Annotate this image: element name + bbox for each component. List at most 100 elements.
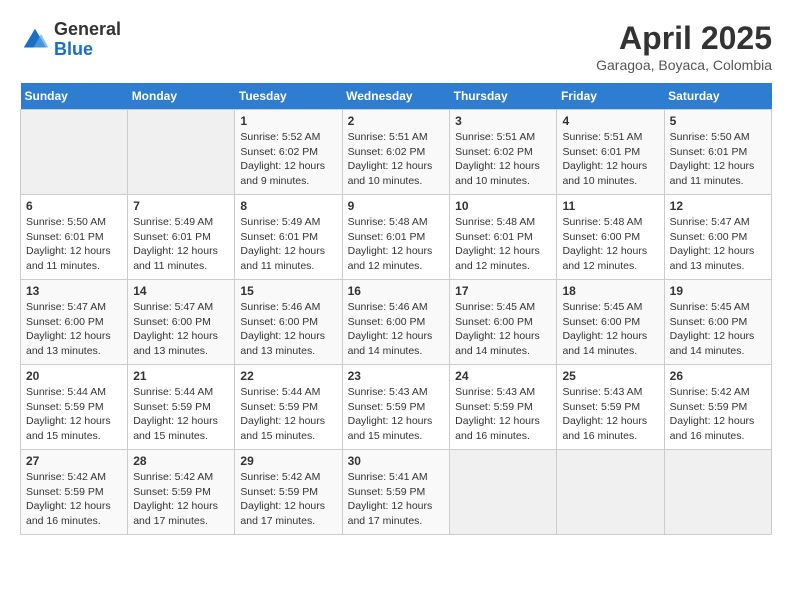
calendar-cell: 17 Sunrise: 5:45 AM Sunset: 6:00 PM Dayli…	[450, 280, 557, 365]
logo-line2: Blue	[54, 40, 121, 60]
logo: General Blue	[20, 20, 121, 60]
calendar-cell: 6Sunrise: 5:50 AM Sunset: 6:01 PM Daylig…	[21, 195, 128, 280]
month-title: April 2025	[596, 20, 772, 57]
calendar-week-row: 1Sunrise: 5:52 AM Sunset: 6:02 PM Daylig…	[21, 110, 772, 195]
calendar-cell: 4Sunrise: 5:51 AM Sunset: 6:01 PM Daylig…	[557, 110, 664, 195]
day-info: Sunrise: 5:43 AM Sunset: 5:59 PM Dayligh…	[455, 385, 551, 444]
calendar-cell	[664, 450, 771, 535]
day-number: 28	[133, 454, 229, 468]
calendar-cell: 7 Sunrise: 5:49 AM Sunset: 6:01 PM Daylig…	[128, 195, 235, 280]
calendar-week-row: 27Sunrise: 5:42 AM Sunset: 5:59 PM Dayli…	[21, 450, 772, 535]
day-info: Sunrise: 5:49 AM Sunset: 6:01 PM Dayligh…	[240, 215, 336, 274]
day-number: 9	[348, 199, 445, 213]
calendar-cell: 25 Sunrise: 5:43 AM Sunset: 5:59 PM Dayli…	[557, 365, 664, 450]
day-number: 14	[133, 284, 229, 298]
day-number: 2	[348, 114, 445, 128]
calendar-cell: 2 Sunrise: 5:51 AM Sunset: 6:02 PM Daylig…	[342, 110, 450, 195]
location: Garagoa, Boyaca, Colombia	[596, 57, 772, 73]
calendar-cell: 16 Sunrise: 5:46 AM Sunset: 6:00 PM Dayli…	[342, 280, 450, 365]
day-number: 8	[240, 199, 336, 213]
day-number: 22	[240, 369, 336, 383]
day-number: 19	[670, 284, 766, 298]
day-number: 29	[240, 454, 336, 468]
day-info: Sunrise: 5:48 AM Sunset: 6:01 PM Dayligh…	[455, 215, 551, 274]
calendar-cell: 20Sunrise: 5:44 AM Sunset: 5:59 PM Dayli…	[21, 365, 128, 450]
calendar-week-row: 20 Sunrise: 5:44 AM Sunset: 5:59 PM Dayli…	[21, 365, 772, 450]
day-info: Sunrise: 5:47 AM Sunset: 6:00 PM Dayligh…	[670, 215, 766, 274]
calendar-cell: 8 Sunrise: 5:49 AM Sunset: 6:01 PM Daylig…	[235, 195, 342, 280]
day-info: Sunrise: 5:43 AM Sunset: 5:59 PM Dayligh…	[348, 385, 445, 444]
day-number: 26	[670, 369, 766, 383]
calendar-cell: 14 Sunrise: 5:47 AM Sunset: 6:00 PM Dayli…	[128, 280, 235, 365]
day-info: Sunrise: 5:43 AM Sunset: 5:59 PM Dayligh…	[562, 385, 658, 444]
day-number: 12	[670, 199, 766, 213]
day-number: 21	[133, 369, 229, 383]
day-number: 30	[348, 454, 445, 468]
day-info: Sunrise: 5:46 AM Sunset: 6:00 PM Dayligh…	[240, 300, 336, 359]
calendar-cell: 1Sunrise: 5:52 AM Sunset: 6:02 PM Daylig…	[235, 110, 342, 195]
day-number: 18	[562, 284, 658, 298]
day-info: Sunrise: 5:45 AM Sunset: 6:00 PM Dayligh…	[455, 300, 551, 359]
day-number: 25	[562, 369, 658, 383]
day-number: 5	[670, 114, 766, 128]
page-header: General Blue April 2025 Garagoa, Boyaca,…	[20, 20, 772, 73]
calendar-cell: 22 Sunrise: 5:44 AM Sunset: 5:59 PM Dayli…	[235, 365, 342, 450]
weekday-header: Saturday	[664, 83, 771, 110]
day-number: 3	[455, 114, 551, 128]
weekday-header: Friday	[557, 83, 664, 110]
day-info: Sunrise: 5:52 AM Sunset: 6:02 PM Dayligh…	[240, 130, 336, 189]
calendar-cell	[128, 110, 235, 195]
day-info: Sunrise: 5:47 AM Sunset: 6:00 PM Dayligh…	[26, 300, 122, 359]
day-info: Sunrise: 5:47 AM Sunset: 6:00 PM Dayligh…	[133, 300, 229, 359]
day-info: Sunrise: 5:48 AM Sunset: 6:00 PM Dayligh…	[562, 215, 658, 274]
day-info: Sunrise: 5:51 AM Sunset: 6:02 PM Dayligh…	[455, 130, 551, 189]
day-info: Sunrise: 5:41 AM Sunset: 5:59 PM Dayligh…	[348, 470, 445, 529]
day-info: Sunrise: 5:45 AM Sunset: 6:00 PM Dayligh…	[670, 300, 766, 359]
calendar-cell: 3 Sunrise: 5:51 AM Sunset: 6:02 PM Daylig…	[450, 110, 557, 195]
calendar-cell: 21Sunrise: 5:44 AM Sunset: 5:59 PM Dayli…	[128, 365, 235, 450]
calendar-week-row: 6Sunrise: 5:50 AM Sunset: 6:01 PM Daylig…	[21, 195, 772, 280]
weekday-header: Thursday	[450, 83, 557, 110]
day-info: Sunrise: 5:46 AM Sunset: 6:00 PM Dayligh…	[348, 300, 445, 359]
day-info: Sunrise: 5:48 AM Sunset: 6:01 PM Dayligh…	[348, 215, 445, 274]
logo-text: General Blue	[54, 20, 121, 60]
calendar-cell: 26 Sunrise: 5:42 AM Sunset: 5:59 PM Dayli…	[664, 365, 771, 450]
day-info: Sunrise: 5:49 AM Sunset: 6:01 PM Dayligh…	[133, 215, 229, 274]
calendar-cell: 19 Sunrise: 5:45 AM Sunset: 6:00 PM Dayli…	[664, 280, 771, 365]
calendar-cell: 24Sunrise: 5:43 AM Sunset: 5:59 PM Dayli…	[450, 365, 557, 450]
calendar-week-row: 13 Sunrise: 5:47 AM Sunset: 6:00 PM Dayli…	[21, 280, 772, 365]
calendar-cell: 15Sunrise: 5:46 AM Sunset: 6:00 PM Dayli…	[235, 280, 342, 365]
calendar-table: SundayMondayTuesdayWednesdayThursdayFrid…	[20, 83, 772, 535]
day-number: 23	[348, 369, 445, 383]
calendar-cell: 30 Sunrise: 5:41 AM Sunset: 5:59 PM Dayli…	[342, 450, 450, 535]
calendar-cell	[557, 450, 664, 535]
calendar-cell: 28 Sunrise: 5:42 AM Sunset: 5:59 PM Dayli…	[128, 450, 235, 535]
day-info: Sunrise: 5:42 AM Sunset: 5:59 PM Dayligh…	[133, 470, 229, 529]
calendar-cell: 12 Sunrise: 5:47 AM Sunset: 6:00 PM Dayli…	[664, 195, 771, 280]
weekday-header: Wednesday	[342, 83, 450, 110]
day-info: Sunrise: 5:44 AM Sunset: 5:59 PM Dayligh…	[240, 385, 336, 444]
calendar-header: SundayMondayTuesdayWednesdayThursdayFrid…	[21, 83, 772, 110]
day-info: Sunrise: 5:42 AM Sunset: 5:59 PM Dayligh…	[670, 385, 766, 444]
day-info: Sunrise: 5:51 AM Sunset: 6:01 PM Dayligh…	[562, 130, 658, 189]
calendar-cell: 13 Sunrise: 5:47 AM Sunset: 6:00 PM Dayli…	[21, 280, 128, 365]
calendar-body: 1Sunrise: 5:52 AM Sunset: 6:02 PM Daylig…	[21, 110, 772, 535]
day-number: 20	[26, 369, 122, 383]
title-area: April 2025 Garagoa, Boyaca, Colombia	[596, 20, 772, 73]
day-number: 17	[455, 284, 551, 298]
day-number: 16	[348, 284, 445, 298]
day-info: Sunrise: 5:51 AM Sunset: 6:02 PM Dayligh…	[348, 130, 445, 189]
logo-icon	[20, 25, 50, 55]
day-number: 13	[26, 284, 122, 298]
day-number: 10	[455, 199, 551, 213]
day-number: 6	[26, 199, 122, 213]
day-info: Sunrise: 5:42 AM Sunset: 5:59 PM Dayligh…	[240, 470, 336, 529]
day-number: 11	[562, 199, 658, 213]
logo-line1: General	[54, 20, 121, 40]
day-info: Sunrise: 5:45 AM Sunset: 6:00 PM Dayligh…	[562, 300, 658, 359]
day-number: 7	[133, 199, 229, 213]
calendar-cell: 9 Sunrise: 5:48 AM Sunset: 6:01 PM Daylig…	[342, 195, 450, 280]
calendar-cell: 11 Sunrise: 5:48 AM Sunset: 6:00 PM Dayli…	[557, 195, 664, 280]
weekday-header: Monday	[128, 83, 235, 110]
calendar-cell: 18 Sunrise: 5:45 AM Sunset: 6:00 PM Dayli…	[557, 280, 664, 365]
